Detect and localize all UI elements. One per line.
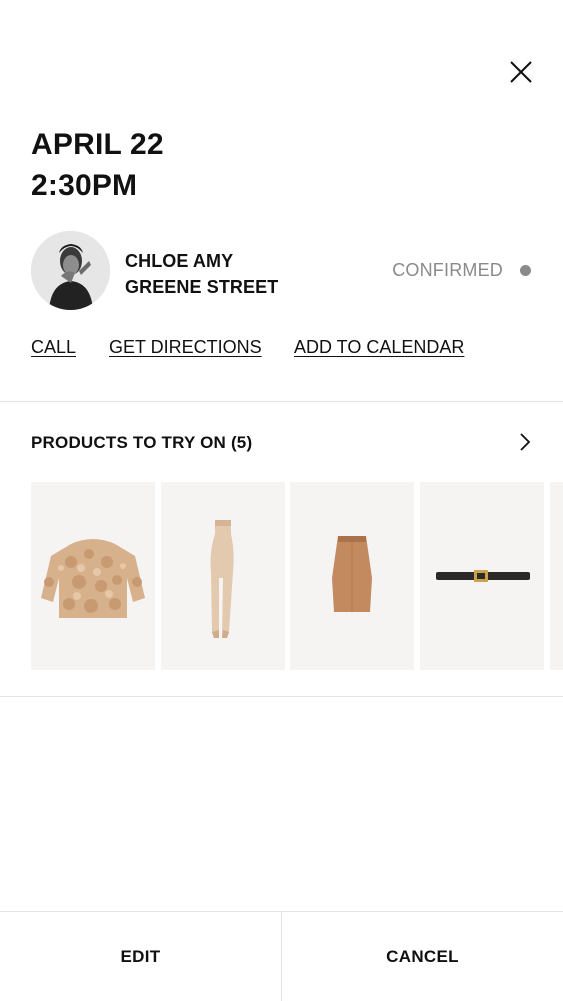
cancel-button[interactable]: CANCEL — [282, 912, 563, 1001]
product-card[interactable] — [161, 482, 285, 670]
pencil-skirt-icon — [332, 536, 372, 612]
product-card[interactable] — [31, 482, 155, 670]
add-to-calendar-link[interactable]: ADD TO CALENDAR — [294, 337, 464, 358]
close-icon — [510, 61, 532, 83]
client-avatar — [31, 231, 110, 310]
product-image — [550, 482, 563, 670]
client-info: CHLOE AMY GREENE STREET — [125, 248, 278, 300]
sheer-tights-icon — [210, 520, 234, 638]
footer-bar: EDIT CANCEL — [0, 911, 563, 1001]
client-name: CHLOE AMY — [125, 251, 234, 271]
product-card[interactable] — [550, 482, 563, 670]
status-dot-icon — [520, 265, 531, 276]
client-location: GREENE STREET — [125, 277, 279, 297]
products-carousel[interactable] — [31, 482, 563, 670]
fur-jacket-icon — [41, 539, 145, 618]
close-button[interactable] — [506, 57, 536, 87]
product-card[interactable] — [420, 482, 544, 670]
status-badge: CONFIRMED — [392, 260, 531, 281]
products-view-all-button[interactable] — [514, 431, 536, 453]
client-row: CHLOE AMY GREENE STREET CONFIRMED — [31, 231, 541, 311]
call-link[interactable]: CALL — [31, 337, 76, 358]
product-card[interactable] — [290, 482, 414, 670]
appointment-time: 2:30PM — [31, 169, 138, 202]
products-section-title: PRODUCTS TO TRY ON (5) — [31, 433, 253, 452]
chevron-right-icon — [520, 433, 531, 451]
leather-belt-icon — [436, 570, 530, 582]
get-directions-link[interactable]: GET DIRECTIONS — [109, 337, 262, 358]
appointment-date: APRIL 22 — [31, 128, 164, 161]
status-label: CONFIRMED — [392, 260, 503, 280]
appointment-datetime: APRIL 22 2:30PM — [31, 124, 164, 206]
divider — [0, 401, 563, 402]
divider — [0, 696, 563, 697]
edit-button[interactable]: EDIT — [0, 912, 281, 1001]
